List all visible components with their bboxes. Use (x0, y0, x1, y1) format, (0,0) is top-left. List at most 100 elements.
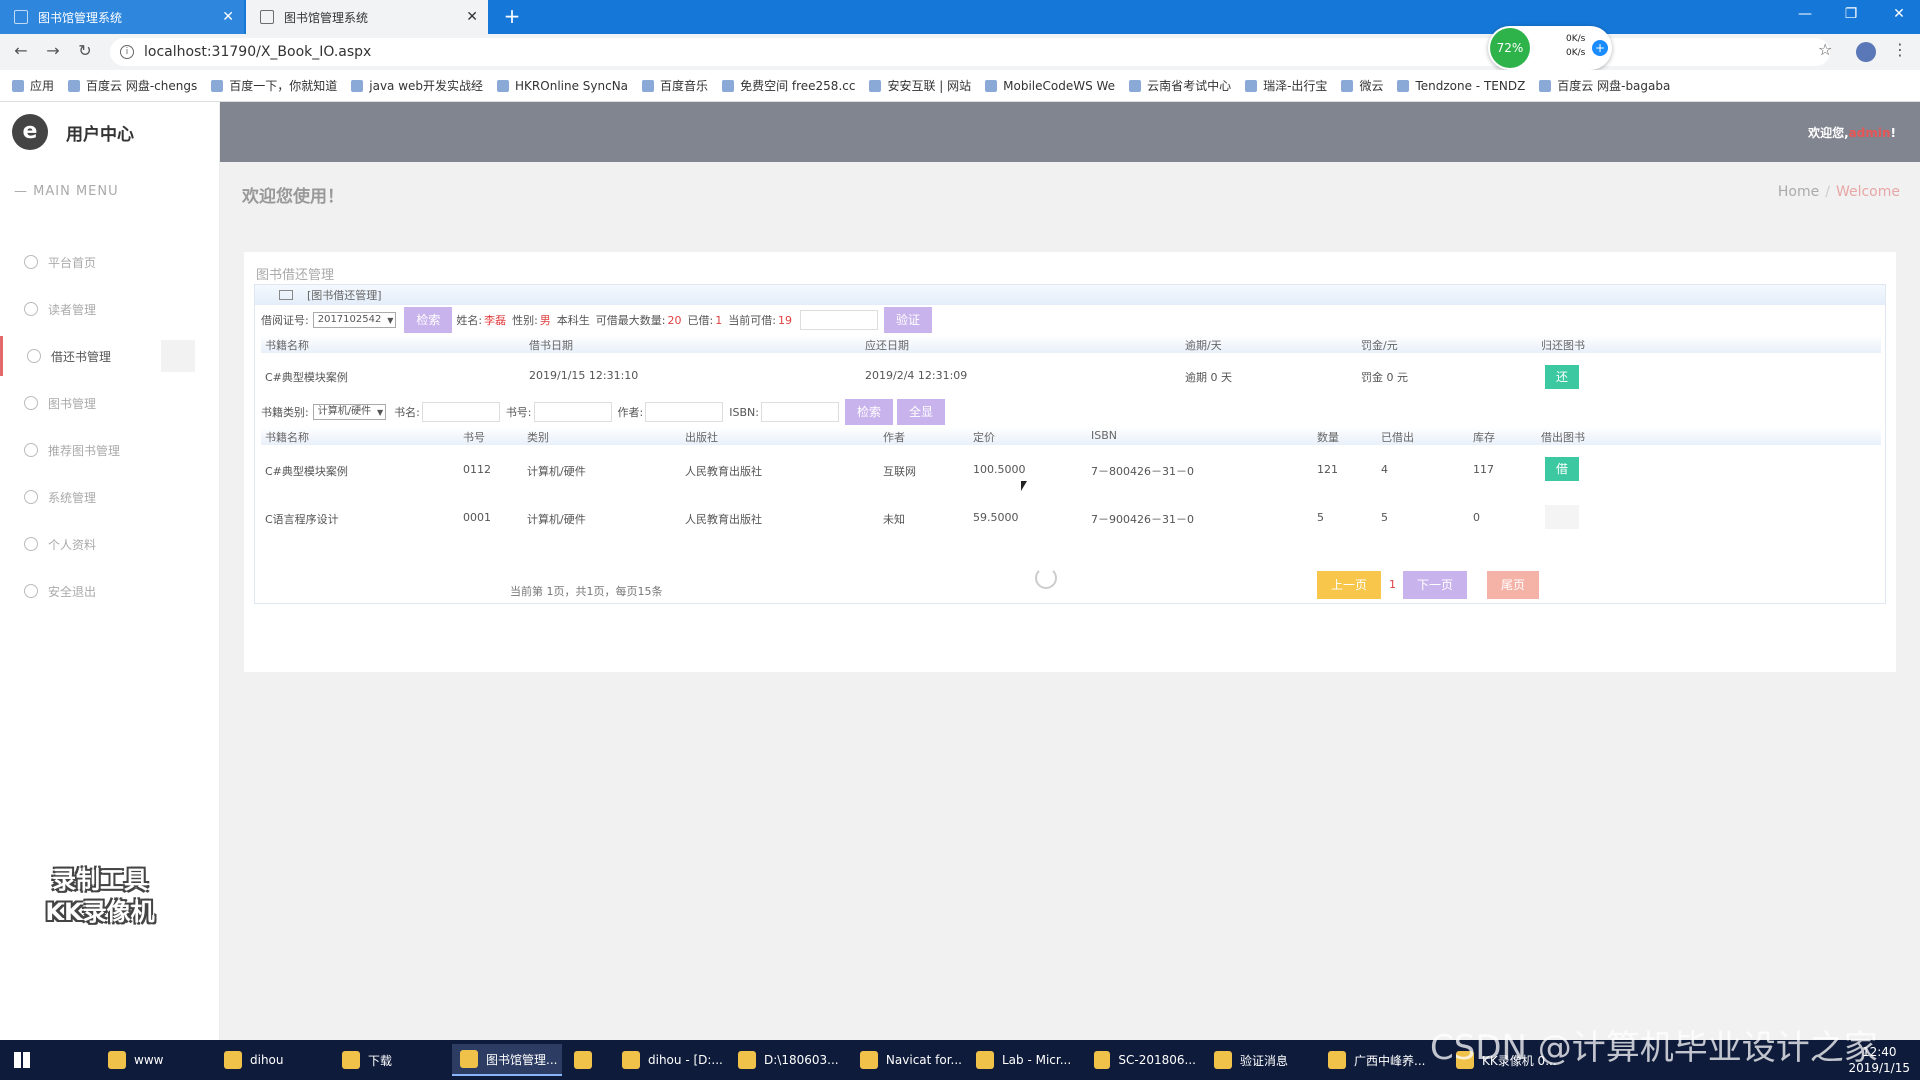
page-icon (14, 10, 28, 24)
more-icon[interactable]: ⋮ (1892, 40, 1908, 59)
sidebar-item-0[interactable]: 平台首页 (0, 242, 220, 282)
borrow-button[interactable]: 借 (1545, 457, 1579, 481)
taskbar-item[interactable]: SC-201806... (1086, 1044, 1196, 1076)
bookmark-icon (211, 79, 224, 92)
bookmark-item[interactable]: 微云 (1341, 77, 1383, 94)
apps-grid-icon (12, 79, 24, 92)
bookmark-item[interactable]: 安安互联 | 网站 (869, 77, 971, 94)
category-select[interactable]: 计算机/硬件 (312, 404, 387, 420)
bookmark-item[interactable]: HKROnline SyncNa (497, 79, 628, 93)
taskbar-item[interactable]: 验证消息 (1206, 1044, 1316, 1076)
cell-qty: 5 (1317, 511, 1324, 524)
bookmark-item[interactable]: 百度一下，你就知道 (211, 77, 337, 94)
taskbar-item[interactable]: D:\180603... (730, 1044, 840, 1076)
bookmark-item[interactable]: MobileCodeWS We (985, 79, 1115, 93)
next-page-button[interactable]: 下一页 (1403, 571, 1468, 599)
bookmark-icon (985, 79, 998, 92)
reload-icon[interactable]: ↻ (74, 41, 96, 60)
breadcrumb-home[interactable]: Home (1778, 184, 1819, 200)
bookmark-item[interactable]: 百度云 网盘-bagaba (1539, 77, 1670, 94)
taskbar-item[interactable]: Lab - Micr... (968, 1044, 1078, 1076)
app-icon (342, 1051, 360, 1069)
taskbar-item[interactable] (566, 1044, 606, 1076)
sidebar-item-label: 借还书管理 (51, 349, 112, 364)
author-input[interactable] (645, 402, 724, 422)
new-tab-icon[interactable]: + (500, 4, 524, 28)
borrow-button[interactable] (1545, 505, 1579, 529)
plus-icon[interactable]: + (1592, 40, 1608, 56)
close-icon[interactable]: ✕ (222, 9, 234, 25)
bookmark-item[interactable]: 瑞泽-出行宝 (1245, 77, 1327, 94)
sidebar-item-label: 读者管理 (48, 302, 97, 317)
restore-icon[interactable]: ❐ (1836, 6, 1866, 22)
isbn-input[interactable] (760, 402, 839, 422)
bookmark-item[interactable]: Tendzone - TENDZ (1397, 79, 1525, 93)
back-icon[interactable]: ← (10, 41, 32, 60)
close-icon[interactable]: ✕ (466, 9, 478, 25)
card-number-select[interactable]: 2017102542 (312, 312, 397, 328)
network-speed-widget[interactable]: 72% 0K/s 0K/s + (1488, 26, 1612, 70)
app-icon (1328, 1051, 1346, 1069)
taskbar-item[interactable]: 图书馆管理... (452, 1044, 562, 1076)
sidebar-item-7[interactable]: 安全退出 (0, 571, 220, 611)
forward-icon[interactable]: → (42, 41, 64, 60)
bookmark-icon (1341, 79, 1354, 92)
taskbar-item[interactable]: www (100, 1044, 210, 1076)
verify-input[interactable] (799, 310, 878, 330)
sidebar-item-2[interactable]: 借还书管理 (0, 336, 220, 376)
page-number[interactable]: 1 (1389, 579, 1396, 607)
info-icon[interactable]: i (120, 45, 134, 59)
bookmark-item[interactable]: 百度云 网盘-chengs (68, 77, 197, 94)
book-borrow-icon (27, 349, 41, 363)
show-all-button[interactable]: 全显 (896, 399, 945, 425)
brand[interactable]: e 用户中心 (12, 114, 134, 150)
app-icon (224, 1051, 242, 1069)
taskbar-item[interactable]: dihou (216, 1044, 326, 1076)
bookmark-icon (1397, 79, 1410, 92)
taskbar-item[interactable]: 下载 (334, 1044, 444, 1076)
taskbar-item[interactable]: 广西中峰养... (1320, 1044, 1430, 1076)
taskbar-item[interactable]: dihou - [D:... (614, 1044, 724, 1076)
sidebar-item-5[interactable]: 系统管理 (0, 477, 220, 517)
taskbar-item[interactable]: Navicat for... (852, 1044, 962, 1076)
table-row: C语言程序设计 0001 计算机/硬件 人民教育出版社 未知 59.5000 7－90042… (261, 495, 1881, 541)
tab-1[interactable]: 图书馆管理系统 ✕ (0, 0, 244, 34)
bookmark-item[interactable]: 云南省考试中心 (1129, 77, 1231, 94)
cell-stock: 0 (1473, 511, 1480, 524)
book-search-button[interactable]: 检索 (844, 399, 893, 425)
last-page-button[interactable]: 尾页 (1487, 571, 1540, 599)
trophy-icon (24, 396, 38, 410)
sidebar-item-label: 推荐图书管理 (48, 443, 121, 458)
table-row: C#典型模块案例 2019/1/15 12:31:10 2019/2/4 12:… (261, 353, 1881, 399)
tab-2[interactable]: 图书馆管理系统 ✕ (246, 0, 488, 34)
number-input[interactable] (533, 402, 612, 422)
close-window-icon[interactable]: ✕ (1884, 6, 1914, 22)
sidebar-item-4[interactable]: 推荐图书管理 (0, 430, 220, 470)
windows-start-icon[interactable] (14, 1052, 30, 1068)
cell-pub: 人民教育出版社 (685, 513, 762, 526)
verify-button[interactable]: 验证 (883, 307, 932, 333)
return-button[interactable]: 还 (1545, 365, 1579, 389)
reader-bar: 借阅证号: 2017102542 检索 姓名:李磊 性别:男 本科生 可借最大数… (261, 307, 936, 333)
minimize-icon[interactable]: — (1790, 6, 1820, 22)
tab-2-label: 图书馆管理系统 (284, 10, 369, 25)
sidebar-item-3[interactable]: 图书管理 (0, 383, 220, 423)
bookmark-item[interactable]: 免费空间 free258.cc (722, 77, 855, 94)
app-icon (108, 1051, 126, 1069)
title-input[interactable] (421, 402, 500, 422)
sidebar-item-1[interactable]: 读者管理 (0, 289, 220, 329)
star-icon[interactable]: ☆ (1818, 40, 1832, 59)
remaining-count: 19 (777, 313, 792, 327)
reader-search-button[interactable]: 检索 (404, 307, 453, 333)
cell-author: 互联网 (883, 465, 916, 478)
bookmark-item[interactable]: 应用 (12, 77, 54, 94)
reader-level: 本科生 (556, 314, 590, 327)
sidebar: e 用户中心 — MAIN MENU 平台首页 读者管理 借还书管理 图书管理 推荐图书… (0, 102, 220, 1040)
borrow-card: 图书借还管理 [图书借还管理] 借阅证号: 2017102542 检索 姓名:李… (244, 252, 1896, 672)
sidebar-item-6[interactable]: 个人资料 (0, 524, 220, 564)
profile-avatar[interactable] (1856, 42, 1876, 62)
prev-page-button[interactable]: 上一页 (1317, 571, 1382, 599)
bookmark-item[interactable]: java web开发实战经 (351, 77, 483, 94)
bookmark-item[interactable]: 百度音乐 (642, 77, 708, 94)
diamond-icon (24, 443, 38, 457)
